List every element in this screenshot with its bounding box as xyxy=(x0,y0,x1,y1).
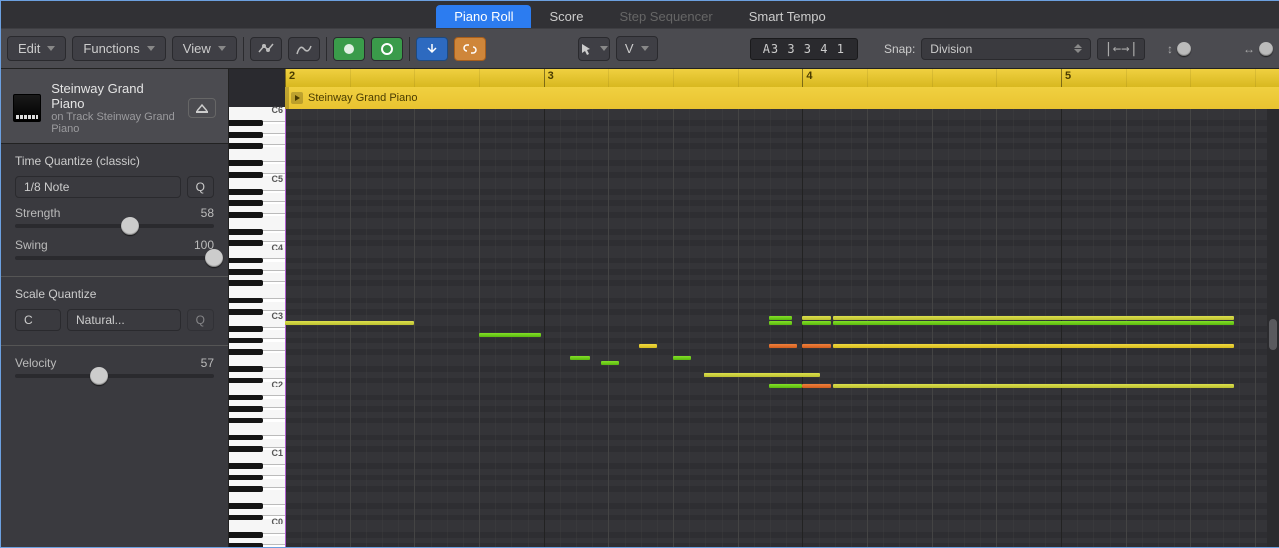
link-icon[interactable] xyxy=(454,37,486,61)
alt-tool-select[interactable]: V xyxy=(616,36,658,61)
toolbar: Edit Functions View V A3 3 3 4 1 xyxy=(1,29,1279,69)
live-loops-icon[interactable] xyxy=(371,37,403,61)
flex-toggle-icon[interactable] xyxy=(288,37,320,61)
midi-in-icon[interactable] xyxy=(416,37,448,61)
snap-label: Snap: xyxy=(884,42,915,56)
tab-step-sequencer: Step Sequencer xyxy=(601,5,730,28)
midi-note[interactable] xyxy=(769,384,797,388)
track-name: Steinway Grand Piano xyxy=(51,81,178,111)
midi-note[interactable] xyxy=(704,373,761,377)
velocity-value: 57 xyxy=(201,356,214,370)
note-grid[interactable] xyxy=(285,109,1279,547)
play-icon xyxy=(291,92,303,104)
midi-note[interactable] xyxy=(769,344,797,348)
strength-value: 58 xyxy=(201,206,214,220)
scale-quantize-button[interactable]: Q xyxy=(187,309,214,331)
region-name: Steinway Grand Piano xyxy=(308,92,417,104)
midi-note[interactable] xyxy=(833,321,1234,325)
view-menu[interactable]: View xyxy=(172,36,237,61)
midi-note[interactable] xyxy=(601,361,619,365)
snap-select[interactable]: Division xyxy=(921,38,1091,60)
catch-playhead-icon[interactable] xyxy=(333,37,365,61)
info-display: A3 3 3 4 1 xyxy=(750,38,858,60)
midi-note[interactable] xyxy=(833,384,1234,388)
midi-note[interactable] xyxy=(673,356,691,360)
swing-slider[interactable]: Swing100 xyxy=(15,238,214,260)
inspector-panel: Steinway Grand Piano on Track Steinway G… xyxy=(1,69,229,547)
piano-roll: 2345 Steinway Grand Piano C6C5C4C3C2C1C0 xyxy=(229,69,1279,547)
midi-note[interactable] xyxy=(639,344,657,348)
scale-quantize-title: Scale Quantize xyxy=(15,287,214,301)
midi-note[interactable] xyxy=(802,384,830,388)
inspector-link-button[interactable] xyxy=(188,98,216,118)
instrument-icon xyxy=(13,94,41,122)
midi-note[interactable] xyxy=(570,356,591,360)
pointer-tool-icon[interactable] xyxy=(578,37,610,61)
midi-note[interactable] xyxy=(802,321,830,325)
piano-keyboard[interactable]: C6C5C4C3C2C1C0 xyxy=(229,109,285,547)
track-subtitle: on Track Steinway Grand Piano xyxy=(51,111,178,135)
scale-type-select[interactable]: Natural... xyxy=(67,309,181,331)
time-quantize-button[interactable]: Q xyxy=(187,176,214,198)
midi-note[interactable] xyxy=(769,316,792,320)
editor-tabs: Piano Roll Score Step Sequencer Smart Te… xyxy=(1,1,1279,29)
track-header: Steinway Grand Piano on Track Steinway G… xyxy=(1,69,228,144)
tab-piano-roll[interactable]: Piano Roll xyxy=(436,5,531,28)
midi-note[interactable] xyxy=(802,316,830,320)
automation-toggle-icon[interactable] xyxy=(250,37,282,61)
midi-note[interactable] xyxy=(802,344,830,348)
swing-label: Swing xyxy=(15,238,48,252)
edit-menu[interactable]: Edit xyxy=(7,36,66,61)
zoom-vertical[interactable]: ↕ xyxy=(1167,42,1191,56)
midi-note[interactable] xyxy=(479,333,541,337)
time-quantize-title: Time Quantize (classic) xyxy=(15,154,214,168)
tab-score[interactable]: Score xyxy=(531,5,601,28)
tab-smart-tempo[interactable]: Smart Tempo xyxy=(731,5,844,28)
strength-label: Strength xyxy=(15,206,60,220)
time-quantize-select[interactable]: 1/8 Note xyxy=(15,176,181,198)
midi-note[interactable] xyxy=(769,321,792,325)
zoom-horizontal[interactable]: ↔ xyxy=(1243,42,1273,56)
time-ruler[interactable]: 2345 xyxy=(285,69,1279,87)
region-header[interactable]: Steinway Grand Piano xyxy=(285,87,1279,109)
functions-menu[interactable]: Functions xyxy=(72,36,165,61)
scale-root-select[interactable]: C xyxy=(15,309,61,331)
strength-slider[interactable]: Strength 58 xyxy=(15,206,214,228)
vertical-scrollbar[interactable] xyxy=(1267,109,1279,547)
velocity-slider[interactable]: Velocity 57 xyxy=(15,356,214,378)
midi-note[interactable] xyxy=(833,316,1234,320)
midi-note[interactable] xyxy=(833,344,1234,348)
midi-note[interactable] xyxy=(285,321,414,325)
velocity-label: Velocity xyxy=(15,356,56,370)
snap-boundary-icon[interactable]: |←→| xyxy=(1097,38,1145,60)
